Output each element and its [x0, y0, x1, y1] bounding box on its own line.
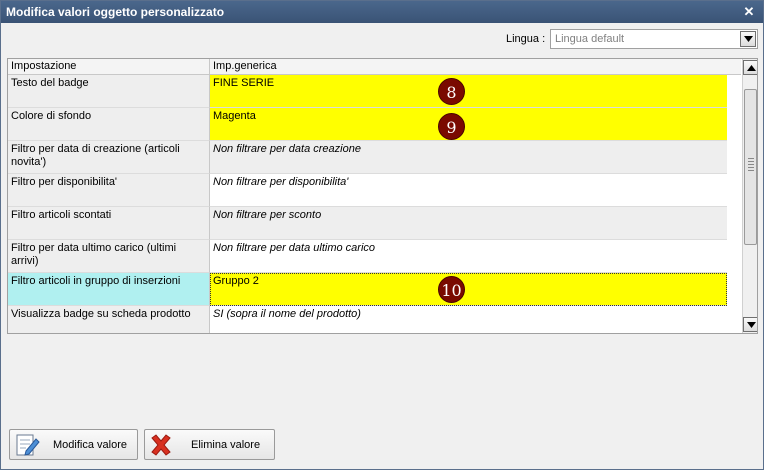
table-row[interactable]: Testo del badge FINE SERIE 8 — [8, 75, 741, 108]
callout-badge: 10 — [438, 276, 465, 303]
callout-badge: 9 — [438, 113, 465, 140]
edit-value-label: Modifica valore — [53, 439, 127, 451]
edit-document-icon — [16, 434, 40, 456]
red-x-icon — [151, 434, 171, 456]
table-row[interactable]: Visualizza badge su scheda prodotto SI (… — [8, 306, 741, 333]
delete-value-button[interactable]: Elimina valore — [144, 429, 275, 460]
setting-name: Filtro per data ultimo carico (ultimi ar… — [8, 240, 210, 273]
setting-value[interactable]: SI (sopra il nome del prodotto) — [210, 306, 727, 333]
language-row: Lingua : Lingua default — [1, 29, 763, 51]
table-row[interactable]: Filtro articoli scontati Non filtrare pe… — [8, 207, 741, 240]
window-title: Modifica valori oggetto personalizzato — [6, 5, 225, 19]
language-value: Lingua default — [555, 33, 625, 45]
arrow-down-icon — [747, 322, 756, 328]
column-header-setting[interactable]: Impostazione — [8, 59, 210, 75]
language-label: Lingua : — [506, 33, 546, 45]
callout-badge: 8 — [438, 78, 465, 105]
setting-name: Filtro per disponibilita' — [8, 174, 210, 207]
table-row[interactable]: Filtro per disponibilita' Non filtrare p… — [8, 174, 741, 207]
setting-value[interactable]: Non filtrare per data ultimo carico — [210, 240, 727, 273]
settings-grid: Impostazione Imp.generica Testo del badg… — [7, 58, 758, 334]
arrow-up-icon — [747, 65, 756, 71]
scroll-up-button[interactable] — [743, 60, 757, 75]
table-row[interactable]: Colore di sfondo Magenta 9 — [8, 108, 741, 141]
table-row[interactable]: Filtro per data di creazione (articoli n… — [8, 141, 741, 174]
setting-name: Filtro articoli scontati — [8, 207, 210, 240]
setting-value[interactable]: Magenta — [210, 108, 727, 141]
setting-name: Visualizza badge su scheda prodotto — [8, 306, 210, 333]
grip-line — [748, 164, 754, 165]
edit-value-button[interactable]: Modifica valore — [9, 429, 138, 460]
grip-line — [748, 170, 754, 171]
table-row-selected[interactable]: Filtro articoli in gruppo di inserzioni … — [8, 273, 741, 306]
language-select[interactable]: Lingua default — [550, 29, 758, 49]
setting-value[interactable]: FINE SERIE — [210, 75, 727, 108]
close-icon[interactable]: ✕ — [743, 1, 755, 23]
setting-name: Filtro per data di creazione (articoli n… — [8, 141, 210, 174]
setting-name: Filtro articoli in gruppo di inserzioni — [8, 273, 210, 306]
grid-header: Impostazione Imp.generica — [8, 59, 741, 75]
setting-name: Colore di sfondo — [8, 108, 210, 141]
setting-value[interactable]: Non filtrare per disponibilita' — [210, 174, 727, 207]
chevron-down-icon — [744, 36, 753, 42]
setting-value[interactable]: Gruppo 2 — [210, 273, 727, 306]
grip-line — [748, 167, 754, 168]
dialog-window: Modifica valori oggetto personalizzato ✕… — [0, 0, 764, 470]
setting-value[interactable]: Non filtrare per sconto — [210, 207, 727, 240]
dropdown-button[interactable] — [740, 31, 756, 47]
scroll-thumb[interactable] — [744, 89, 757, 245]
delete-value-label: Elimina valore — [191, 439, 261, 451]
vertical-scrollbar[interactable] — [742, 59, 757, 333]
column-header-value[interactable]: Imp.generica — [210, 59, 741, 75]
setting-value[interactable]: Non filtrare per data creazione — [210, 141, 727, 174]
grip-line — [748, 158, 754, 159]
setting-name: Testo del badge — [8, 75, 210, 108]
scroll-down-button[interactable] — [743, 317, 757, 332]
table-row[interactable]: Filtro per data ultimo carico (ultimi ar… — [8, 240, 741, 273]
grip-line — [748, 161, 754, 162]
title-bar: Modifica valori oggetto personalizzato ✕ — [1, 1, 763, 23]
